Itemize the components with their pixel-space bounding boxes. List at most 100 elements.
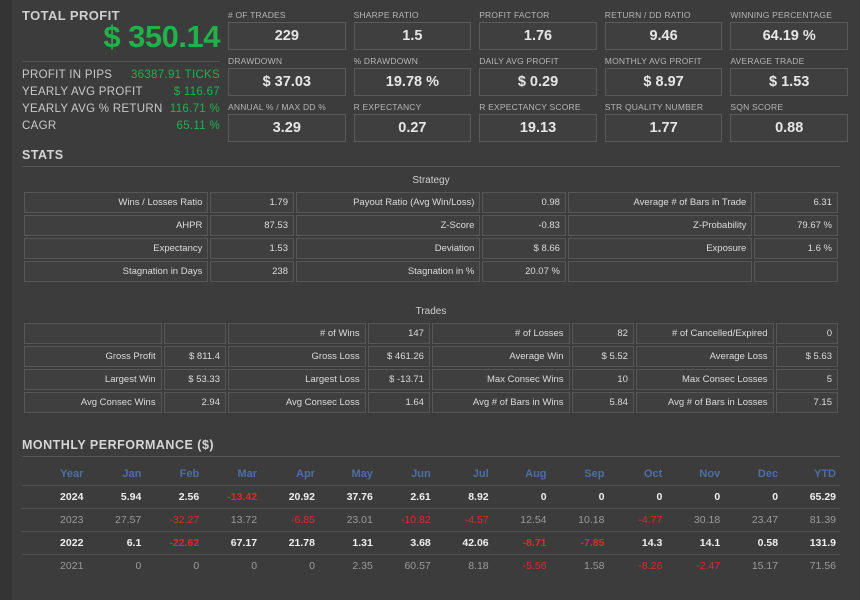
stat-value-cell: [163, 323, 226, 344]
stat-label-cell: Avg Consec Wins: [24, 392, 162, 413]
monthly-column-header: Oct: [608, 464, 667, 486]
monthly-value-cell: -22.62: [145, 531, 204, 555]
metric-label: ANNUAL % / MAX DD %: [228, 102, 326, 112]
stats-section: STATS Strategy Wins / Losses Ratio 1.79 Pa…: [22, 148, 840, 415]
stat-value-cell: 147: [367, 323, 430, 344]
stat-value-cell: $ 461.26: [367, 346, 430, 367]
table-row: Avg Consec Wins 2.94 Avg Consec Loss 1.64 Av…: [24, 392, 838, 413]
stat-value-cell: 10: [571, 369, 634, 390]
stat-label-cell: Max Consec Wins: [431, 369, 570, 390]
monthly-row: 2021 0 0 0 0 2.35 60.57 8.18 -5.56 1.58 -8.26 -2.47…: [22, 555, 840, 578]
summary-row-value: 36387.91 TICKS: [130, 69, 220, 82]
metric-value: $ 0.29: [479, 68, 597, 96]
stat-value-cell: 238: [210, 261, 294, 282]
strategy-table: Wins / Losses Ratio 1.79 Payout Ratio (Avg…: [22, 190, 840, 284]
monthly-value-cell: 15.17: [751, 560, 779, 572]
stat-label-cell: Avg # of Bars in Losses: [635, 392, 774, 413]
total-profit-panel: TOTAL PROFIT $ 350.14 PROFIT IN PIPS 3638…: [22, 8, 221, 135]
metric-label: STR QUALITY NUMBER: [604, 102, 704, 112]
monthly-value-cell: 42.06: [434, 531, 493, 555]
monthly-value-cell: 65.29: [782, 485, 840, 509]
metric-label: DRAWDOWN: [228, 56, 283, 66]
metric-card: % DRAWDOWN 19.78 %: [353, 56, 472, 96]
stat-label-cell: Avg # of Bars in Wins: [431, 392, 570, 413]
metric-label: R EXPECTANCY SCORE: [479, 102, 581, 112]
monthly-column-header: Dec: [724, 464, 783, 486]
monthly-value-cell: 81.39: [782, 508, 840, 532]
monthly-column-header: Feb: [145, 464, 204, 486]
monthly-value-cell: -7.85: [550, 531, 609, 555]
table-row: Stagnation in Days 238 Stagnation in % 20.0…: [24, 261, 838, 282]
stat-value-cell: $ -13.71: [367, 369, 430, 390]
monthly-value-cell: -5.56: [522, 560, 547, 572]
monthly-row: 2022 6.1 -22.62 67.17 21.78 1.31 3.68 42.06 -8.7…: [22, 531, 840, 555]
metric-value: 19.78 %: [353, 68, 472, 96]
stat-value-cell: $ 5.52: [571, 346, 634, 367]
strategy-caption: Strategy: [412, 175, 450, 186]
summary-row: YEARLY AVG PROFIT $ 116.67: [22, 84, 220, 101]
monthly-value-cell: 13.72: [203, 508, 262, 532]
metric-label: % DRAWDOWN: [353, 56, 419, 66]
monthly-column-header: Aug: [492, 464, 551, 486]
monthly-value-cell: 30.18: [666, 508, 725, 532]
table-row: Wins / Losses Ratio 1.79 Payout Ratio (Avg…: [24, 192, 838, 213]
monthly-value-cell: -2.47: [696, 560, 721, 572]
stat-value-cell: $ 8.66: [482, 238, 566, 259]
metric-card: DRAWDOWN $ 37.03: [228, 56, 346, 96]
monthly-column-header: May: [318, 464, 377, 486]
monthly-value-cell: -4.77: [608, 508, 667, 532]
trades-table: # of Wins 147 # of Losses 82 # of Cancelled/…: [22, 321, 840, 415]
monthly-column-header: Year: [22, 464, 88, 486]
stat-value-cell: 7.15: [775, 392, 838, 413]
monthly-column-header: Apr: [261, 464, 319, 486]
metric-label: PROFIT FACTOR: [479, 10, 550, 20]
monthly-value-cell: 23.01: [318, 508, 377, 532]
stat-value-cell: 79.67 %: [754, 215, 838, 236]
stat-value-cell: 1.64: [367, 392, 430, 413]
metric-value: $ 37.03: [228, 68, 346, 96]
monthly-row: 2023 27.57 -32.27 13.72 -6.85 23.01 -10.82 -4.5…: [22, 508, 840, 532]
metric-card: SHARPE RATIO 1.5: [353, 10, 472, 50]
summary-row: PROFIT IN PIPS 36387.91 TICKS: [22, 67, 220, 84]
monthly-value-cell: 5.94: [87, 485, 146, 509]
metric-card: MONTHLY AVG PROFIT $ 8.97: [604, 56, 723, 96]
stat-label-cell: Gross Profit: [24, 346, 162, 367]
metric-card: R EXPECTANCY SCORE 19.13: [479, 102, 597, 142]
stat-label-cell: Wins / Losses Ratio: [24, 192, 209, 213]
monthly-value-cell: 37.76: [318, 485, 377, 509]
stat-value-cell: 1.6 %: [754, 238, 838, 259]
monthly-value-cell: 0.58: [724, 531, 783, 555]
stat-value-cell: $ 53.33: [163, 369, 226, 390]
stat-label-cell: Payout Ratio (Avg Win/Loss): [295, 192, 481, 213]
monthly-value-cell: 0: [724, 485, 783, 509]
stat-label-cell: Exposure: [567, 238, 753, 259]
stat-value-cell: 0.98: [482, 192, 566, 213]
metric-card: ANNUAL % / MAX DD % 3.29: [228, 102, 346, 142]
stat-value-cell: 20.07 %: [482, 261, 566, 282]
monthly-row: 2024 5.94 2.56 -13.42 20.92 37.76 2.61 8.92 0 0 0 0…: [22, 485, 840, 509]
stat-value-cell: $ 811.4: [163, 346, 226, 367]
metric-label: RETURN / DD RATIO: [604, 10, 691, 20]
monthly-column-header: YTD: [782, 464, 840, 486]
metric-label: MONTHLY AVG PROFIT: [604, 56, 702, 66]
monthly-column-header: Sep: [550, 464, 609, 486]
table-row: AHPR 87.53 Z-Score -0.83 Z-Probability 79.67 …: [24, 215, 838, 236]
metric-value: $ 1.53: [730, 68, 848, 96]
metric-label: R EXPECTANCY: [353, 102, 422, 112]
summary-row-label: CAGR: [22, 120, 57, 133]
monthly-value-cell: 0: [135, 560, 142, 572]
metric-card: PROFIT FACTOR 1.76: [479, 10, 597, 50]
stat-label-cell: [567, 261, 753, 282]
stat-label-cell: Stagnation in %: [295, 261, 481, 282]
monthly-value-cell: 3.68: [376, 531, 435, 555]
monthly-performance-section: MONTHLY PERFORMANCE ($) Year Jan Feb Mar Apr…: [22, 438, 840, 577]
monthly-value-cell: 12.54: [492, 508, 551, 532]
metric-value: 0.88: [730, 114, 848, 142]
stat-label-cell: Average Win: [431, 346, 570, 367]
monthly-value-cell: 1.31: [318, 531, 377, 555]
table-row: Gross Profit $ 811.4 Gross Loss $ 461.26 Ave…: [24, 346, 838, 367]
trades-caption: Trades: [415, 306, 447, 317]
metric-value: 0.27: [353, 114, 472, 142]
monthly-value-cell: -4.57: [434, 508, 493, 532]
monthly-year-cell: 2022: [22, 531, 88, 555]
